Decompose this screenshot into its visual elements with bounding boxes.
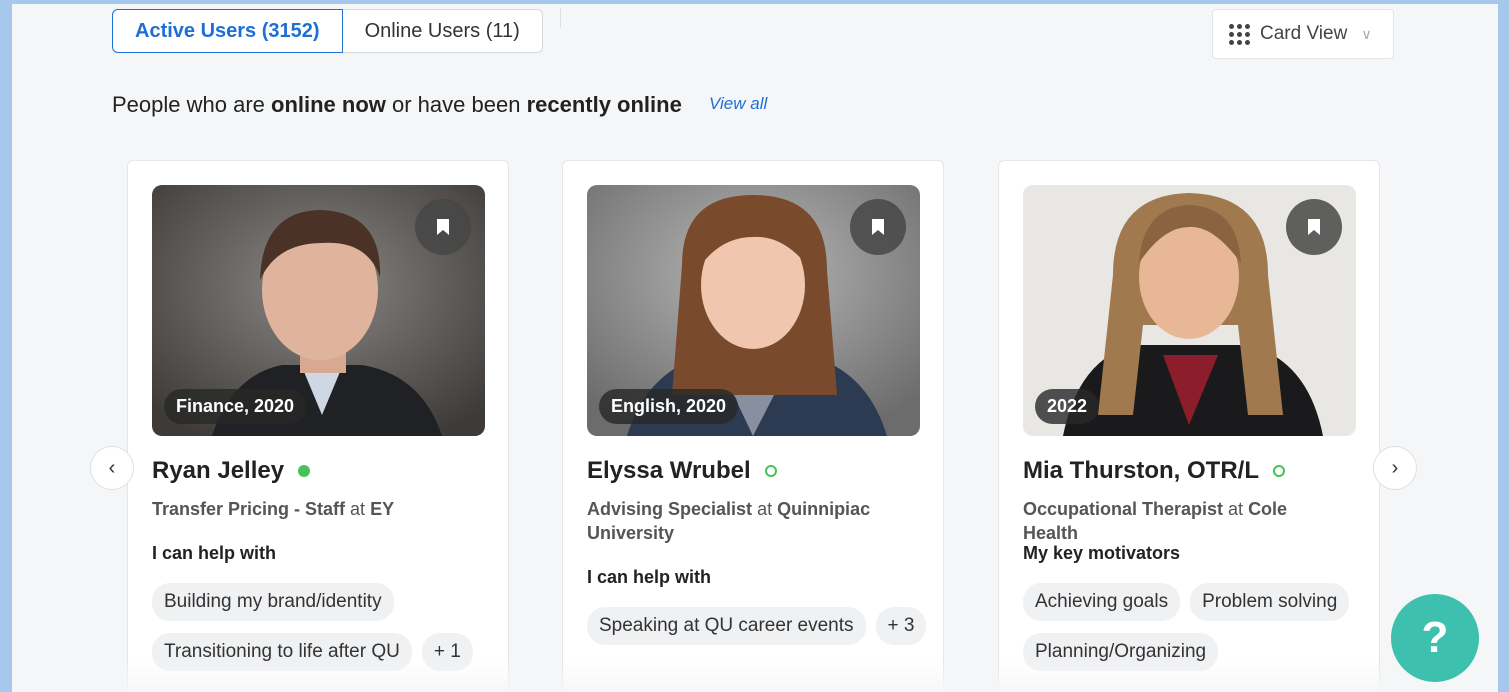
heading-bold-1: online now <box>271 92 386 117</box>
user-tabs: Active Users (3152) Online Users (11) <box>112 9 543 53</box>
help-heading: I can help with <box>587 567 712 587</box>
heading-text-2: or have been <box>385 92 527 117</box>
heading-text-1: People who are <box>112 92 271 117</box>
tab-active-users[interactable]: Active Users (3152) <box>112 9 343 53</box>
grid-icon <box>1229 23 1250 45</box>
chevron-left-icon: ‹ <box>108 456 116 479</box>
profile-name[interactable]: Mia Thurston, OTR/L <box>1023 457 1285 485</box>
main-panel: Active Users (3152) Online Users (11) Ca… <box>12 4 1498 692</box>
bookmark-button[interactable] <box>1286 199 1342 255</box>
profile-name-text[interactable]: Elyssa Wrubel <box>587 457 751 485</box>
profile-photo[interactable]: English, 2020 <box>587 185 920 436</box>
role-at: at <box>345 499 371 519</box>
bookmark-icon <box>1308 219 1320 235</box>
role-at: at <box>1223 499 1249 519</box>
profile-card[interactable]: 2022 Mia Thurston, OTR/L Occupational Th… <box>998 160 1380 692</box>
profile-photo[interactable]: 2022 <box>1023 185 1356 436</box>
divider <box>560 8 561 28</box>
class-year-badge: 2022 <box>1035 389 1100 424</box>
view-select[interactable]: Card View ∨ <box>1212 9 1394 59</box>
chip[interactable]: Problem solving <box>1190 583 1350 621</box>
bookmark-icon <box>872 219 884 235</box>
bookmark-button[interactable] <box>415 199 471 255</box>
role-title: Advising Specialist <box>587 499 753 519</box>
recently-online-status-icon <box>764 465 777 477</box>
profile-role: Transfer Pricing - Staff at EY <box>152 497 452 521</box>
chip-list: Building my brand/identity Transitioning… <box>152 583 492 671</box>
role-title: Transfer Pricing - Staff <box>152 499 346 519</box>
profile-photo[interactable]: Finance, 2020 <box>152 185 485 436</box>
help-button[interactable]: ? <box>1391 594 1479 682</box>
class-year-badge: Finance, 2020 <box>164 389 307 424</box>
carousel-next-button[interactable]: › <box>1373 446 1417 490</box>
role-at: at <box>752 499 778 519</box>
role-org: EY <box>370 499 395 519</box>
view-select-label: Card View <box>1260 23 1348 44</box>
chip-list: Speaking at QU career events + 3 <box>587 607 927 645</box>
profile-card[interactable]: English, 2020 Elyssa Wrubel Advising Spe… <box>562 160 944 692</box>
chevron-down-icon: ∨ <box>1361 25 1372 42</box>
profile-name[interactable]: Ryan Jelley <box>152 457 311 485</box>
bookmark-icon <box>437 219 449 235</box>
chip-more[interactable]: + 3 <box>875 607 927 645</box>
class-year-badge: English, 2020 <box>599 389 739 424</box>
profile-card[interactable]: Finance, 2020 Ryan Jelley Transfer Prici… <box>127 160 509 692</box>
recently-online-status-icon <box>1272 465 1285 477</box>
view-all-link[interactable]: View all <box>709 94 767 114</box>
bookmark-button[interactable] <box>850 199 906 255</box>
profile-name-text[interactable]: Mia Thurston, OTR/L <box>1023 457 1259 485</box>
chip[interactable]: Speaking at QU career events <box>587 607 866 645</box>
role-title: Occupational Therapist <box>1023 499 1224 519</box>
motivators-heading: My key motivators <box>1023 543 1181 563</box>
tab-online-users[interactable]: Online Users (11) <box>342 9 543 53</box>
chip[interactable]: Building my brand/identity <box>152 583 394 621</box>
chip-list: Achieving goals Problem solving Planning… <box>1023 583 1363 671</box>
help-heading: I can help with <box>152 543 277 563</box>
online-status-icon <box>298 465 311 477</box>
heading-bold-2: recently online <box>526 92 682 117</box>
profile-name[interactable]: Elyssa Wrubel <box>587 457 777 485</box>
bottom-fade <box>12 660 1498 692</box>
profile-role: Advising Specialist at Quinnipiac Univer… <box>587 497 887 545</box>
section-heading: People who are online now or have been r… <box>112 92 682 118</box>
profile-role: Occupational Therapist at Cole Health <box>1023 497 1323 545</box>
chip[interactable]: Achieving goals <box>1023 583 1181 621</box>
carousel-prev-button[interactable]: ‹ <box>90 446 134 490</box>
profile-name-text[interactable]: Ryan Jelley <box>152 457 284 485</box>
chevron-right-icon: › <box>1391 456 1399 479</box>
